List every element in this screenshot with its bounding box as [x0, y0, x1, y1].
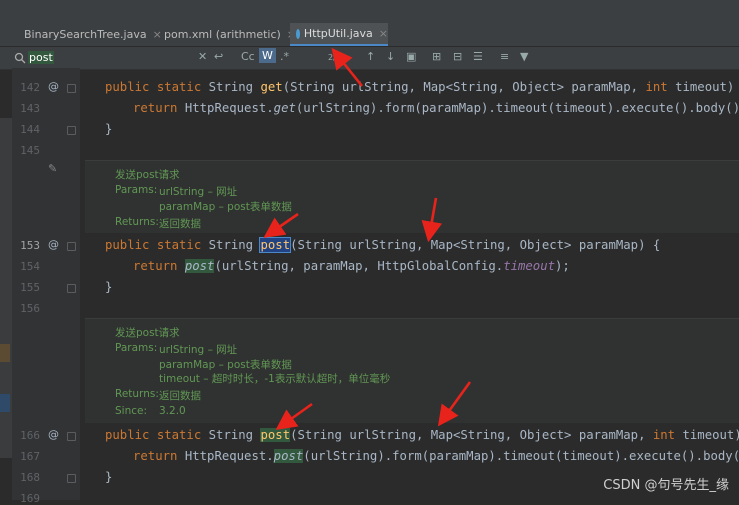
- red-arrow: [331, 47, 364, 87]
- annotation-arrows: [263, 47, 472, 431]
- red-arrow: [437, 381, 472, 427]
- red-arrow: [263, 212, 299, 238]
- red-arrow: [275, 402, 313, 431]
- red-arrow: [263, 47, 472, 431]
- red-arrow: [421, 197, 443, 243]
- watermark: CSDN @句号先生_缘: [603, 478, 729, 493]
